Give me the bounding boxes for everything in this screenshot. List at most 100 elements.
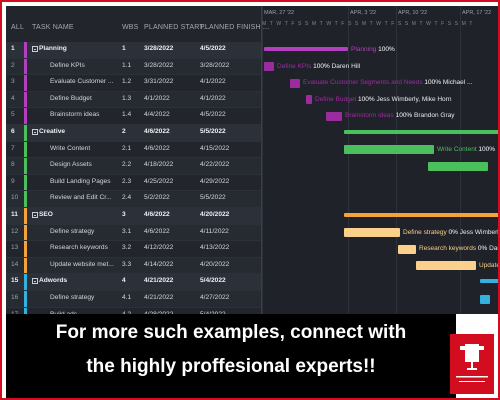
row-id: 15 bbox=[11, 277, 19, 285]
wbs-code: 1 bbox=[122, 45, 126, 52]
grid-header: ALL TASK NAME WBS PLANNED START... PLANN… bbox=[6, 6, 269, 43]
planned-start: 4/1/2022 bbox=[144, 94, 170, 102]
task-row[interactable]: 3 Evaluate Customer ... 1.2 3/31/2022 4/1/20… bbox=[6, 75, 261, 92]
wbs-code: 3.1 bbox=[122, 227, 132, 235]
col-planned-finish[interactable]: PLANNED FINISH ... bbox=[200, 24, 269, 31]
task-name: Design Assets bbox=[50, 161, 92, 169]
summary-bar[interactable] bbox=[480, 279, 498, 284]
wbs-code: 1.2 bbox=[122, 78, 132, 86]
screenshot-frame: ALL TASK NAME WBS PLANNED START... PLANN… bbox=[0, 0, 500, 400]
planned-finish: 4/27/2022 bbox=[200, 294, 230, 301]
task-bar[interactable] bbox=[326, 111, 342, 121]
task-bar[interactable] bbox=[264, 62, 274, 72]
planned-start: 3/31/2022 bbox=[144, 78, 174, 86]
wbs-code: 2.1 bbox=[122, 144, 132, 152]
bar-label: Define KPIs 100% Daren Hill bbox=[277, 63, 360, 70]
task-bar[interactable] bbox=[398, 244, 416, 254]
phase-row[interactable]: 1 Planning 1 3/28/2022 4/5/2022 bbox=[6, 42, 261, 59]
planned-start: 4/25/2022 bbox=[144, 177, 174, 185]
planned-start: 4/6/2022 bbox=[144, 211, 170, 218]
task-bar[interactable] bbox=[290, 78, 300, 88]
task-name: Creative bbox=[32, 128, 119, 135]
bar-label: Evaluate Customer Segments and Needs 100… bbox=[303, 79, 472, 86]
bar-task-name: Planning bbox=[351, 46, 377, 53]
row-id: 7 bbox=[11, 144, 15, 152]
bar-percent: 100% bbox=[356, 95, 375, 103]
row-id: 4 bbox=[11, 94, 15, 102]
week-label: APR, 3 '22 bbox=[350, 10, 377, 16]
week-gridline bbox=[348, 6, 349, 314]
week-label: APR, 10 '22 bbox=[398, 10, 428, 16]
row-id: 1 bbox=[11, 45, 15, 52]
planned-finish: 4/29/2022 bbox=[200, 177, 230, 185]
col-task-name[interactable]: TASK NAME bbox=[32, 24, 74, 31]
wbs-code: 3.3 bbox=[122, 260, 132, 268]
task-row[interactable]: 14 Update website met... 3.3 4/14/2022 4/20/… bbox=[6, 257, 261, 275]
wbs-code: 2.2 bbox=[122, 161, 132, 169]
planned-start: 4/14/2022 bbox=[144, 260, 174, 268]
planned-start: 3/28/2022 bbox=[144, 45, 174, 52]
task-name: Define strategy bbox=[50, 227, 95, 235]
bar-resource: Michael ... bbox=[441, 79, 473, 87]
bar-label: Planning 100% bbox=[351, 46, 395, 53]
task-bar[interactable] bbox=[344, 228, 400, 238]
collapse-toggle-icon[interactable] bbox=[32, 129, 38, 135]
wbs-code: 2.3 bbox=[122, 177, 132, 185]
planned-finish: 4/15/2022 bbox=[200, 144, 230, 152]
planned-start: 4/21/2022 bbox=[144, 294, 174, 301]
collapse-toggle-icon[interactable] bbox=[32, 46, 38, 52]
task-row[interactable]: 9 Build Landing Pages 2.3 4/25/2022 4/29/202… bbox=[6, 174, 261, 192]
collapse-toggle-icon[interactable] bbox=[32, 212, 38, 218]
planned-finish: 5/4/2022 bbox=[200, 277, 226, 285]
summary-bar[interactable] bbox=[344, 213, 498, 217]
col-all[interactable]: ALL bbox=[11, 24, 24, 31]
planned-finish: 4/20/2022 bbox=[200, 260, 230, 268]
task-bar[interactable] bbox=[416, 261, 476, 271]
bar-percent: 0% bbox=[476, 245, 488, 253]
task-bar[interactable] bbox=[428, 161, 488, 171]
bar-task-name: Update bbox=[479, 261, 498, 269]
phase-row[interactable]: 6 Creative 2 4/6/2022 5/5/2022 bbox=[6, 125, 261, 142]
task-row[interactable]: 2 Define KPIs 1.1 3/28/2022 3/28/2022 bbox=[6, 58, 261, 76]
bar-task-name: Define strategy bbox=[403, 228, 447, 236]
timeline-chart: MAR, 27 '22 APR, 3 '22 APR, 10 '22 APR, 17 … bbox=[262, 6, 498, 314]
bar-task-name: Research keywords bbox=[419, 245, 477, 253]
row-id: 3 bbox=[11, 78, 15, 86]
task-row[interactable]: 8 Design Assets 2.2 4/18/2022 4/22/2022 bbox=[6, 158, 261, 175]
task-row[interactable]: 7 Write Content 2.1 4/6/2022 4/15/2022 bbox=[6, 141, 261, 159]
task-name: Adwords bbox=[32, 277, 119, 285]
wbs-code: 4 bbox=[122, 277, 126, 285]
task-row[interactable]: 12 Define strategy 3.1 4/6/2022 4/11/2022 bbox=[6, 224, 261, 242]
task-bar[interactable] bbox=[306, 95, 312, 105]
planned-start: 4/18/2022 bbox=[144, 161, 174, 169]
bar-task-name: Define KPIs bbox=[277, 62, 312, 70]
planned-finish: 4/13/2022 bbox=[200, 244, 230, 252]
task-row[interactable]: 13 Research keywords 3.2 4/12/2022 4/13/2022 bbox=[6, 241, 261, 258]
bar-task-name: Write Content bbox=[437, 145, 477, 153]
week-gridline bbox=[396, 6, 397, 314]
summary-bar[interactable] bbox=[344, 130, 498, 134]
planned-start: 4/12/2022 bbox=[144, 244, 174, 252]
bar-percent: 100% bbox=[393, 112, 413, 120]
collapse-toggle-icon[interactable] bbox=[32, 278, 38, 285]
wbs-code: 4.1 bbox=[122, 294, 132, 301]
bar-task-name: Define Budget bbox=[315, 95, 357, 103]
planned-start: 3/28/2022 bbox=[144, 61, 174, 69]
task-bar[interactable] bbox=[480, 294, 490, 304]
task-row[interactable]: 10 Review and Edit Cr... 2.4 5/2/2022 5/5/20… bbox=[6, 191, 261, 208]
row-id: 2 bbox=[11, 61, 15, 69]
bar-label: Write Content 100% bbox=[437, 146, 495, 153]
bar-percent: 100% bbox=[376, 46, 395, 53]
task-name: Evaluate Customer ... bbox=[50, 78, 114, 86]
task-bar[interactable] bbox=[344, 145, 434, 155]
summary-bar[interactable] bbox=[264, 47, 348, 51]
task-row[interactable]: 16 Define strategy 4.1 4/21/2022 4/27/2022 bbox=[6, 291, 261, 308]
col-wbs[interactable]: WBS bbox=[122, 24, 139, 31]
planned-finish: 4/11/2022 bbox=[200, 227, 229, 235]
task-row[interactable]: 4 Define Budget 1.3 4/1/2022 4/1/2022 bbox=[6, 91, 261, 109]
row-id: 14 bbox=[11, 260, 19, 268]
task-row[interactable]: 5 Brainstorm ideas 1.4 4/4/2022 4/5/2022 bbox=[6, 108, 261, 125]
phase-row[interactable]: 11 SEO 3 4/6/2022 4/20/2022 bbox=[6, 208, 261, 225]
bar-resource: Daren Hill bbox=[329, 62, 361, 70]
phase-row[interactable]: 15 Adwords 4 4/21/2022 5/4/2022 bbox=[6, 274, 261, 291]
